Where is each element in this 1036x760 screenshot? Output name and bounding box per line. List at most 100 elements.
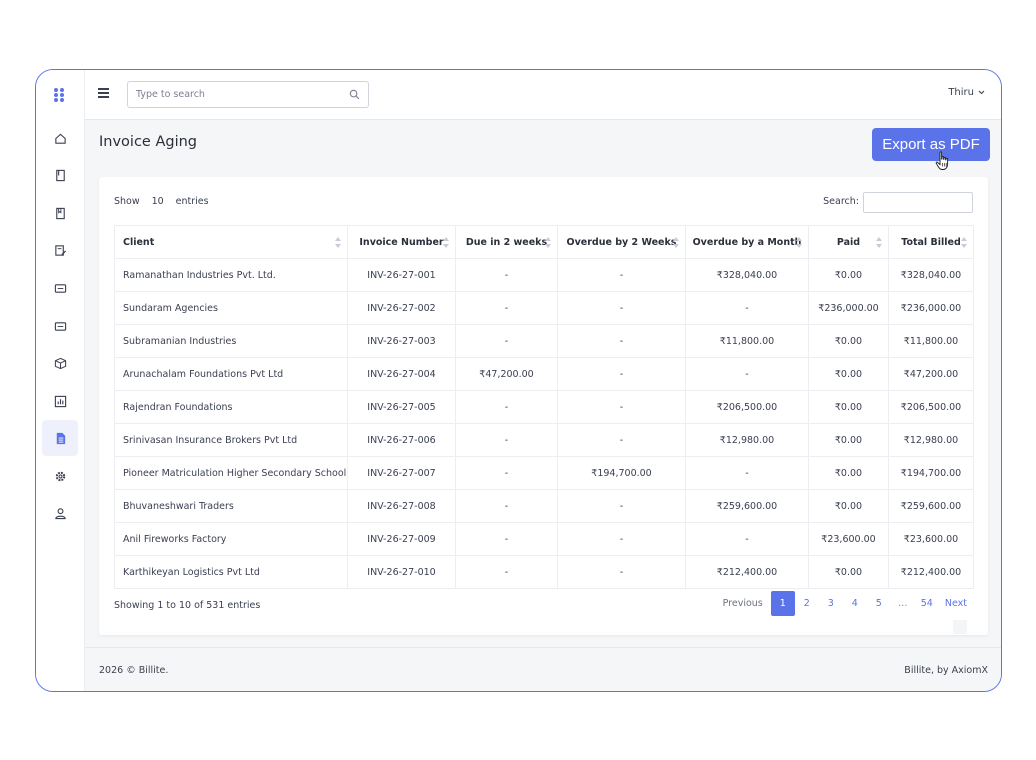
menu-toggle-icon[interactable] — [98, 88, 109, 98]
sidebar-item-book[interactable] — [42, 157, 78, 193]
table-cell: ₹0.00 — [808, 390, 889, 424]
column-header[interactable]: Paid — [808, 225, 889, 259]
table-cell: INV-26-27-003 — [347, 324, 456, 358]
table-cell: - — [557, 291, 686, 325]
page-length-control: Show 10 entries — [114, 196, 209, 207]
sort-icon — [545, 237, 551, 248]
page-length-select[interactable]: 10 — [146, 196, 170, 207]
table-cell: ₹11,800.00 — [888, 324, 974, 358]
table-cell: Karthikeyan Logistics Pvt Ltd — [114, 555, 348, 589]
page-button[interactable]: 2 — [795, 591, 819, 616]
table-cell: - — [557, 522, 686, 556]
table-cell: - — [685, 357, 809, 391]
table-cell: INV-26-27-005 — [347, 390, 456, 424]
table-cell: Srinivasan Insurance Brokers Pvt Ltd — [114, 423, 348, 457]
sidebar-item-chart[interactable] — [42, 383, 78, 419]
column-header[interactable]: Overdue by a Month — [685, 225, 809, 259]
dots-grid-logo[interactable] — [53, 88, 67, 102]
sidebar-item-edit-document[interactable] — [42, 232, 78, 268]
table-cell: - — [455, 423, 558, 457]
table-cell: ₹12,980.00 — [685, 423, 809, 457]
table-cell: - — [455, 456, 558, 490]
column-header[interactable]: Due in 2 weeks — [455, 225, 558, 259]
footer-copyright: 2026 © Billite. — [99, 665, 169, 676]
table-cell: - — [455, 258, 558, 292]
table-cell: Rajendran Foundations — [114, 390, 348, 424]
column-header[interactable]: Client — [114, 225, 348, 259]
table-row: Subramanian Industries INV-26-27-003- - ₹11… — [114, 324, 974, 358]
table-cell: ₹236,000.00 — [808, 291, 889, 325]
table-cell: - — [557, 423, 686, 457]
app-window: Thiru Invoice Aging Export as PDF Show 1… — [35, 69, 1002, 692]
sidebar-item-card-alt[interactable] — [42, 308, 78, 344]
table-row: Ramanathan Industries Pvt. Ltd. INV-26-27… — [114, 258, 974, 292]
table-cell: INV-26-27-010 — [347, 555, 456, 589]
table-row: Srinivasan Insurance Brokers Pvt Ltd INV-… — [114, 423, 974, 457]
column-header-label: Paid — [836, 236, 861, 248]
table-cell: ₹23,600.00 — [808, 522, 889, 556]
footer-credit: Billite, by AxiomX — [904, 665, 988, 676]
chevron-down-icon — [978, 90, 985, 95]
table-cell: Subramanian Industries — [114, 324, 348, 358]
column-header[interactable]: Invoice Number — [347, 225, 456, 259]
table-cell: ₹0.00 — [808, 456, 889, 490]
sidebar-item-gear[interactable] — [42, 458, 78, 494]
next-page-button[interactable]: Next — [939, 591, 973, 616]
chart-icon — [54, 395, 66, 407]
home-icon — [54, 133, 66, 144]
entries-label: entries — [175, 196, 209, 207]
table-cell: ₹206,500.00 — [685, 390, 809, 424]
show-label: Show — [114, 196, 140, 207]
sort-icon — [961, 237, 967, 248]
column-header[interactable]: Overdue by 2 Weeks — [557, 225, 686, 259]
invoice-aging-table: Client Invoice Number Due in 2 weeks Overdu… — [114, 225, 974, 589]
table-cell: ₹47,200.00 — [455, 357, 558, 391]
page-button[interactable]: 1 — [770, 591, 795, 616]
card-alt-icon — [54, 321, 66, 331]
table-cell: - — [557, 324, 686, 358]
report-icon — [56, 432, 65, 444]
sidebar-item-card[interactable] — [42, 270, 78, 306]
table-cell: INV-26-27-004 — [347, 357, 456, 391]
sort-icon — [796, 237, 802, 248]
table-cell: - — [455, 489, 558, 523]
user-name: Thiru — [948, 87, 974, 98]
export-pdf-button[interactable]: Export as PDF — [872, 128, 990, 161]
footer: 2026 © Billite. Billite, by AxiomX — [85, 647, 1001, 691]
table-cell: ₹47,200.00 — [888, 357, 974, 391]
table-cell: - — [455, 324, 558, 358]
table-cell: ₹212,400.00 — [888, 555, 974, 589]
table-cell: ₹212,400.00 — [685, 555, 809, 589]
global-search-input[interactable] — [128, 82, 338, 107]
column-header-label: Client — [123, 236, 155, 248]
table-search-input[interactable] — [863, 192, 973, 213]
sidebar-item-box[interactable] — [42, 345, 78, 381]
sort-icon — [335, 237, 341, 248]
user-icon — [54, 507, 66, 519]
sidebar-item-bookmark[interactable] — [42, 195, 78, 231]
column-header[interactable]: Total Billed — [888, 225, 974, 259]
column-header-label: Due in 2 weeks — [465, 236, 548, 248]
page-button[interactable]: 5 — [867, 591, 891, 616]
global-search[interactable] — [127, 81, 369, 108]
sidebar-item-user[interactable] — [42, 495, 78, 531]
previous-page-button[interactable]: Previous — [715, 591, 771, 616]
table-cell: ₹0.00 — [808, 555, 889, 589]
search-icon[interactable] — [349, 89, 360, 100]
page-button[interactable]: 4 — [843, 591, 867, 616]
sidebar-item-home[interactable] — [42, 120, 78, 156]
invoice-aging-card: Show 10 entries Search: Client Invoice Nu… — [99, 177, 988, 635]
table-cell: ₹0.00 — [808, 258, 889, 292]
table-cell: - — [455, 555, 558, 589]
page-button[interactable]: 3 — [819, 591, 843, 616]
user-menu[interactable]: Thiru — [948, 87, 985, 98]
column-header-label: Overdue by a Month — [692, 236, 802, 248]
sidebar-item-report[interactable] — [42, 420, 78, 456]
hand-pointer-icon — [935, 151, 949, 170]
table-cell: Pioneer Matriculation Higher Secondary S… — [114, 456, 348, 490]
edit-document-icon — [54, 244, 66, 256]
table-cell: Ramanathan Industries Pvt. Ltd. — [114, 258, 348, 292]
table-cell: - — [557, 390, 686, 424]
scroll-handle[interactable] — [953, 620, 967, 634]
page-button[interactable]: 54 — [915, 591, 939, 616]
